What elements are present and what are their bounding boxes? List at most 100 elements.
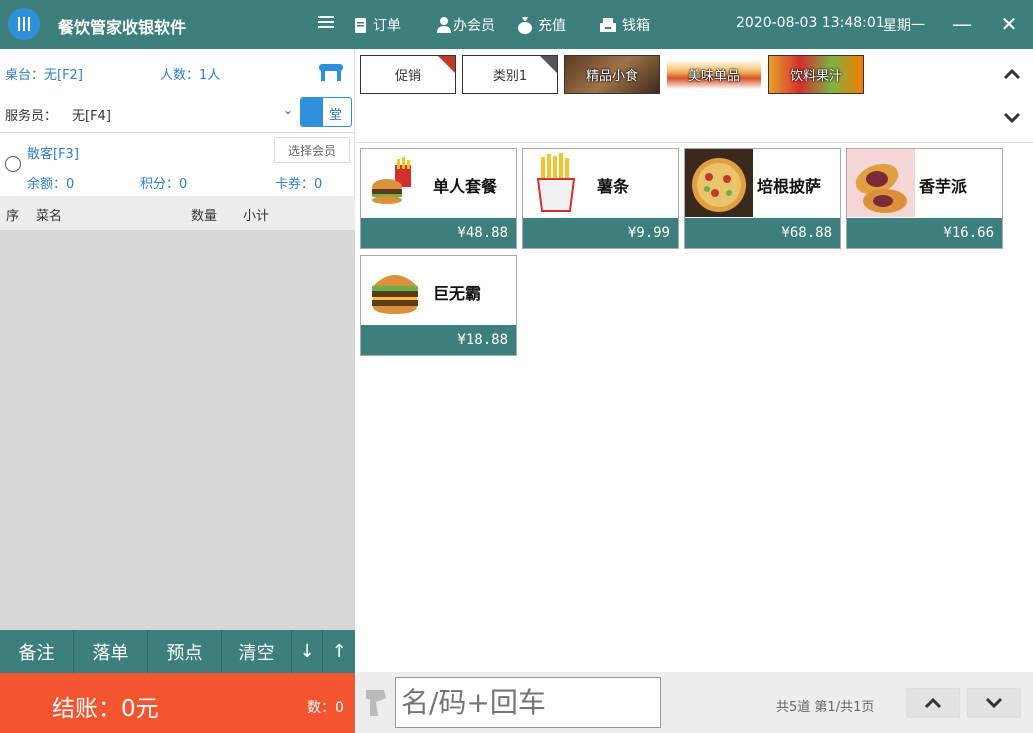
app-title: 餐饮管家收银软件 bbox=[58, 18, 187, 37]
category-label: 类别1 bbox=[492, 69, 528, 84]
product-panel: 促销 类别1 精品小食 美味单品 饮料果汁 单人套餐 ¥48.88 薯条 ¥9.… bbox=[356, 49, 1033, 733]
close-button[interactable]: ✕ bbox=[994, 10, 1024, 38]
waiter-select[interactable]: 无[F4] bbox=[72, 105, 111, 124]
category-promo[interactable]: 促销 bbox=[360, 55, 456, 94]
category-snacks[interactable]: 精品小食 bbox=[564, 55, 660, 94]
product-card[interactable]: 香芋派 ¥16.66 bbox=[846, 148, 1003, 249]
order-actions: 备注 落单 预点 清空 ↓ ↑ bbox=[0, 630, 355, 673]
category-label: 美味单品 bbox=[687, 69, 740, 84]
category-up-button[interactable] bbox=[994, 54, 1030, 94]
hamburger-icon bbox=[318, 16, 334, 28]
col-no: 序 bbox=[6, 209, 20, 224]
table-icon[interactable] bbox=[318, 62, 344, 82]
datetime: 2020-08-03 13:48:01 bbox=[736, 15, 885, 31]
place-order-button[interactable]: 落单 bbox=[74, 630, 148, 673]
bottom-bar: 共5道 第1/共1页 bbox=[356, 672, 1033, 733]
product-name: 巨无霸 bbox=[433, 284, 482, 303]
product-price: ¥18.88 bbox=[361, 325, 516, 355]
category-label: 饮料果汁 bbox=[789, 69, 842, 84]
product-name: 单人套餐 bbox=[433, 177, 498, 196]
big-burger-icon bbox=[361, 256, 429, 324]
money-bag-icon bbox=[518, 16, 532, 34]
checkout-label: 结账：0元 bbox=[52, 696, 159, 722]
col-subtotal: 小计 bbox=[243, 209, 270, 224]
order-table-header: 序 菜名 数量 小计 bbox=[0, 196, 355, 230]
order-panel: 桌台：无[F2] 人数：1人 服务员： 无[F4] ⌄ 堂 散客[F3] 选择会… bbox=[0, 49, 355, 733]
total-count: 共5道 bbox=[776, 700, 811, 715]
note-button[interactable]: 备注 bbox=[0, 630, 74, 673]
member-avatar-icon bbox=[5, 156, 21, 172]
item-count: 数：0 bbox=[307, 700, 344, 716]
order-list[interactable] bbox=[0, 230, 355, 630]
people-count[interactable]: 人数：1人 bbox=[160, 64, 220, 83]
pagination-info: 共5道 第1/共1页 bbox=[776, 696, 874, 715]
product-card[interactable]: 培根披萨 ¥68.88 bbox=[684, 148, 841, 249]
orders-button[interactable]: 订单 bbox=[354, 15, 401, 35]
pizza-icon bbox=[685, 149, 753, 217]
category-label: 促销 bbox=[394, 69, 421, 84]
toggle-knob bbox=[301, 98, 323, 126]
app-logo-icon bbox=[8, 8, 40, 40]
preorder-button[interactable]: 预点 bbox=[148, 630, 222, 673]
category-1[interactable]: 类别1 bbox=[462, 55, 558, 94]
member-label: 办会员 bbox=[453, 18, 495, 34]
minimize-button[interactable]: — bbox=[947, 10, 977, 38]
category-drinks[interactable]: 饮料果汁 bbox=[768, 55, 864, 94]
chevron-down-icon bbox=[985, 697, 1003, 709]
chevron-down-icon bbox=[1003, 112, 1021, 124]
waiter-label: 服务员： bbox=[5, 109, 58, 124]
recharge-button[interactable]: 充值 bbox=[518, 15, 566, 35]
next-page-button[interactable] bbox=[967, 688, 1021, 718]
move-down-button[interactable]: ↓ bbox=[292, 630, 323, 673]
table-selector[interactable]: 桌台：无[F2] bbox=[5, 64, 83, 83]
prev-page-button[interactable] bbox=[906, 688, 960, 718]
product-card[interactable]: 薯条 ¥9.99 bbox=[522, 148, 679, 249]
cashbox-icon bbox=[600, 18, 616, 32]
col-qty: 数量 bbox=[191, 209, 218, 224]
member-balance: 余额：0 bbox=[27, 177, 75, 192]
chevron-up-icon bbox=[924, 697, 942, 709]
checkout-button[interactable]: 结账：0元 数：0 bbox=[0, 673, 355, 733]
title-bar: 餐饮管家收银软件 订单 办会员 充值 钱箱 2020-08-03 13:48:0… bbox=[0, 0, 1033, 49]
product-card[interactable]: 巨无霸 ¥18.88 bbox=[360, 255, 517, 356]
member-coupons: 卡券：0 bbox=[275, 177, 323, 192]
dine-mode-toggle[interactable]: 堂 bbox=[300, 97, 352, 127]
product-grid: 单人套餐 ¥48.88 薯条 ¥9.99 培根披萨 ¥68.88 香芋派 ¥16… bbox=[356, 144, 1033, 672]
member-info: 散客[F3] 选择会员 余额：0 积分：0 卡券：0 bbox=[0, 134, 355, 194]
move-up-button[interactable]: ↑ bbox=[323, 630, 355, 673]
product-price: ¥48.88 bbox=[361, 218, 516, 248]
product-search-input[interactable] bbox=[395, 677, 661, 728]
category-bar: 促销 类别1 精品小食 美味单品 饮料果汁 bbox=[356, 49, 1033, 143]
product-card[interactable]: 单人套餐 ¥48.88 bbox=[360, 148, 517, 249]
product-name: 培根披萨 bbox=[757, 177, 822, 196]
dine-mode-label: 堂 bbox=[329, 108, 343, 123]
menu-button[interactable] bbox=[318, 15, 334, 29]
product-name: 香芋派 bbox=[919, 177, 968, 196]
col-name: 菜名 bbox=[36, 209, 63, 224]
table-info-row: 桌台：无[F2] 人数：1人 bbox=[0, 49, 355, 93]
member-name[interactable]: 散客[F3] bbox=[27, 143, 79, 162]
product-name: 薯条 bbox=[597, 177, 630, 196]
choose-member-button[interactable]: 选择会员 bbox=[274, 137, 350, 163]
waiter-row: 服务员： 无[F4] ⌄ 堂 bbox=[0, 93, 355, 133]
burger-fries-icon bbox=[361, 149, 429, 217]
product-price: ¥16.66 bbox=[847, 218, 1002, 248]
page-indicator: 第1/共1页 bbox=[814, 700, 875, 715]
user-icon bbox=[437, 17, 451, 33]
document-icon bbox=[355, 17, 366, 33]
cashbox-label: 钱箱 bbox=[622, 18, 650, 34]
category-singles[interactable]: 美味单品 bbox=[666, 55, 762, 94]
barcode-scanner-icon[interactable] bbox=[364, 688, 388, 718]
no-image-ribbon-icon bbox=[540, 56, 557, 73]
cashbox-button[interactable]: 钱箱 bbox=[600, 15, 650, 35]
weekday: 星期一 bbox=[883, 18, 925, 34]
member-points: 积分：0 bbox=[140, 177, 188, 192]
category-down-button[interactable] bbox=[994, 98, 1030, 138]
clear-button[interactable]: 清空 bbox=[222, 630, 292, 673]
chevron-down-icon[interactable]: ⌄ bbox=[283, 103, 293, 117]
taro-pie-icon bbox=[847, 149, 915, 217]
promo-ribbon-icon bbox=[438, 56, 455, 73]
member-button[interactable]: 办会员 bbox=[437, 15, 495, 35]
category-label: 精品小食 bbox=[585, 69, 638, 84]
orders-label: 订单 bbox=[373, 18, 401, 34]
